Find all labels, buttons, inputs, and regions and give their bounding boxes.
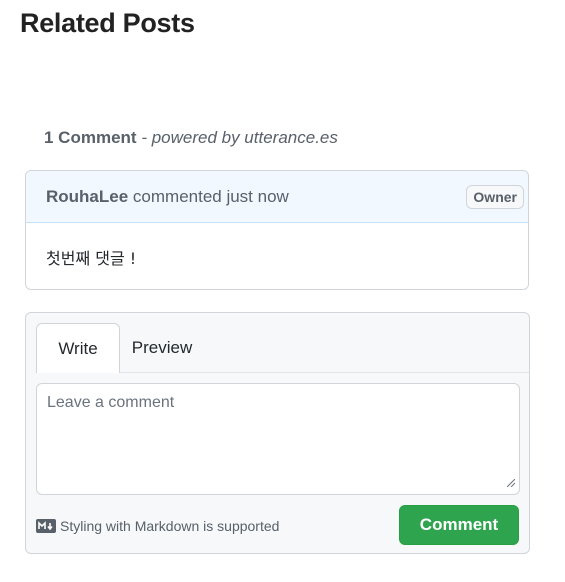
comment-count-line: 1 Comment - powered by utterance.es <box>44 128 338 148</box>
submit-comment-button[interactable]: Comment <box>399 505 519 545</box>
comment-meta: RouhaLee commented just now <box>46 187 289 207</box>
comment-count: 1 Comment <box>44 128 137 147</box>
comment-timestamp: commented just now <box>128 186 289 206</box>
related-posts-heading: Related Posts <box>20 8 195 38</box>
markdown-note-text: Styling with Markdown is supported <box>60 518 280 534</box>
powered-by-text: - powered by utterance.es <box>141 128 338 147</box>
comment-card: RouhaLee commented just now Owner 첫번째 댓글… <box>25 170 529 290</box>
owner-badge: Owner <box>466 184 524 209</box>
comment-body: 첫번째 댓글 ! <box>46 249 137 268</box>
comment-header: RouhaLee commented just now Owner <box>26 171 528 223</box>
tab-preview[interactable]: Preview <box>120 323 204 372</box>
editor-tabs: Write Preview <box>36 323 529 373</box>
tab-write[interactable]: Write <box>36 323 120 373</box>
markdown-note: Styling with Markdown is supported <box>36 518 279 534</box>
markdown-icon <box>36 519 56 533</box>
resize-grip-icon[interactable] <box>507 479 515 487</box>
comment-textarea[interactable] <box>36 383 520 495</box>
comment-editor: Write Preview Styling with Markdown is s… <box>25 312 530 554</box>
comment-author-link[interactable]: RouhaLee <box>46 187 128 206</box>
